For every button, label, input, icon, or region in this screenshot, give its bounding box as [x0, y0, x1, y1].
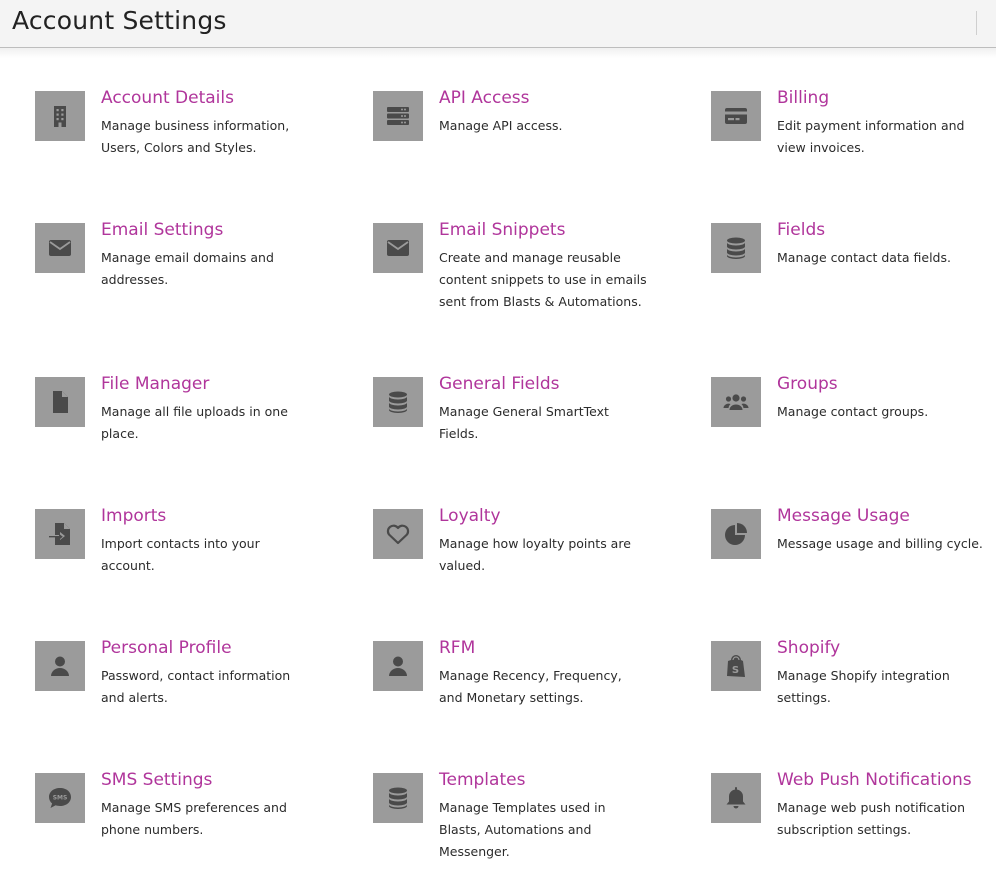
card-description: Manage contact groups.	[777, 404, 929, 419]
card-loyalty[interactable]: Loyalty Manage how loyalty points are va…	[373, 506, 673, 619]
card-title[interactable]: Web Push Notifications	[777, 770, 972, 790]
card-account-details[interactable]: Account Details Manage business informat…	[35, 88, 335, 201]
card-description: Manage Recency, Frequency, and Monetary …	[439, 668, 622, 705]
card-imports[interactable]: Imports Import contacts into your accoun…	[35, 506, 335, 619]
header-shadow	[0, 48, 996, 58]
card-title[interactable]: Imports	[101, 506, 166, 526]
header-divider	[976, 11, 977, 35]
card-description: Manage Shopify integration settings.	[777, 668, 950, 705]
pie-chart-icon	[711, 509, 761, 559]
card-description: Manage contact data fields.	[777, 250, 951, 265]
card-email-snippets[interactable]: Email Snippets Create and manage reusabl…	[373, 220, 673, 333]
card-description: Password, contact information and alerts…	[101, 668, 291, 705]
card-title[interactable]: Account Details	[101, 88, 234, 108]
card-description: Edit payment information and view invoic…	[777, 118, 965, 155]
file-import-icon	[35, 509, 85, 559]
server-icon	[373, 91, 423, 141]
page-title: Account Settings	[12, 6, 227, 35]
card-description: Manage API access.	[439, 118, 563, 133]
database-icon	[711, 223, 761, 273]
card-title[interactable]: Shopify	[777, 638, 840, 658]
card-description: Manage SMS preferences and phone numbers…	[101, 800, 287, 837]
card-api-access[interactable]: API Access Manage API access.	[373, 88, 673, 201]
card-title[interactable]: Message Usage	[777, 506, 910, 526]
bell-icon	[711, 773, 761, 823]
user-icon	[373, 641, 423, 691]
card-description: Import contacts into your account.	[101, 536, 260, 573]
card-web-push-notifications[interactable]: Web Push Notifications Manage web push n…	[711, 770, 996, 883]
card-description: Manage business information, Users, Colo…	[101, 118, 290, 155]
card-title[interactable]: General Fields	[439, 374, 560, 394]
card-file-manager[interactable]: File Manager Manage all file uploads in …	[35, 374, 335, 487]
card-description: Create and manage reusable content snipp…	[439, 250, 647, 309]
card-title[interactable]: RFM	[439, 638, 475, 658]
svg-text:SMS: SMS	[53, 795, 68, 802]
card-billing[interactable]: Billing Edit payment information and vie…	[711, 88, 996, 201]
card-description: Message usage and billing cycle.	[777, 536, 983, 551]
sms-icon: SMS	[35, 773, 85, 823]
card-title[interactable]: Groups	[777, 374, 838, 394]
card-title[interactable]: Fields	[777, 220, 825, 240]
card-groups[interactable]: Groups Manage contact groups.	[711, 374, 996, 487]
header-bar: Account Settings	[0, 0, 996, 48]
card-title[interactable]: SMS Settings	[101, 770, 212, 790]
card-personal-profile[interactable]: Personal Profile Password, contact infor…	[35, 638, 335, 751]
card-title[interactable]: Loyalty	[439, 506, 501, 526]
card-title[interactable]: File Manager	[101, 374, 209, 394]
card-description: Manage web push notification subscriptio…	[777, 800, 966, 837]
card-description: Manage Templates used in Blasts, Automat…	[439, 800, 606, 859]
card-shopify[interactable]: S Shopify Manage Shopify integration set…	[711, 638, 996, 751]
shopify-icon: S	[711, 641, 761, 691]
card-description: Manage email domains and addresses.	[101, 250, 274, 287]
card-title[interactable]: Email Settings	[101, 220, 223, 240]
card-title[interactable]: Templates	[439, 770, 525, 790]
envelope-icon	[35, 223, 85, 273]
card-message-usage[interactable]: Message Usage Message usage and billing …	[711, 506, 996, 619]
database-icon	[373, 377, 423, 427]
card-title[interactable]: Email Snippets	[439, 220, 565, 240]
card-sms-settings[interactable]: SMS SMS Settings Manage SMS preferences …	[35, 770, 335, 883]
card-title[interactable]: API Access	[439, 88, 530, 108]
card-templates[interactable]: Templates Manage Templates used in Blast…	[373, 770, 673, 883]
card-title[interactable]: Billing	[777, 88, 829, 108]
card-fields[interactable]: Fields Manage contact data fields.	[711, 220, 996, 333]
card-email-settings[interactable]: Email Settings Manage email domains and …	[35, 220, 335, 333]
heart-icon	[373, 509, 423, 559]
credit-card-icon	[711, 91, 761, 141]
card-title[interactable]: Personal Profile	[101, 638, 232, 658]
database-icon	[373, 773, 423, 823]
user-icon	[35, 641, 85, 691]
building-icon	[35, 91, 85, 141]
card-description: Manage how loyalty points are valued.	[439, 536, 631, 573]
card-general-fields[interactable]: General Fields Manage General SmartText …	[373, 374, 673, 487]
card-description: Manage all file uploads in one place.	[101, 404, 288, 441]
users-icon	[711, 377, 761, 427]
card-description: Manage General SmartText Fields.	[439, 404, 609, 441]
svg-text:S: S	[732, 665, 739, 676]
card-rfm[interactable]: RFM Manage Recency, Frequency, and Monet…	[373, 638, 673, 751]
envelope-icon	[373, 223, 423, 273]
file-icon	[35, 377, 85, 427]
